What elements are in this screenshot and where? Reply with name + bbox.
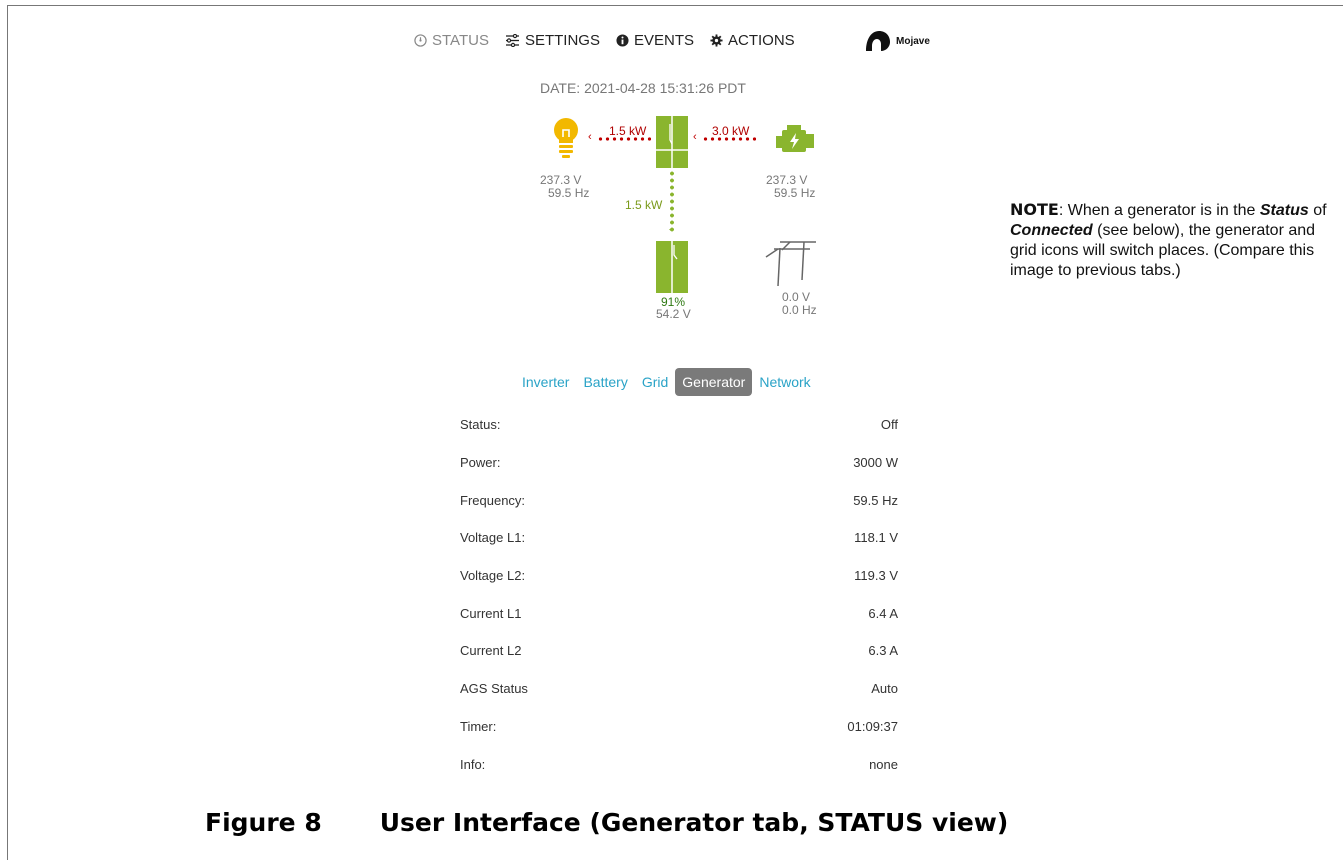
side-note: NOTE: When a generator is in the Status … (1010, 200, 1330, 281)
tab-grid[interactable]: Grid (635, 368, 675, 396)
generator-flow-arrow-icon: ‹ (693, 131, 761, 143)
tab-network[interactable]: Network (752, 368, 817, 396)
table-row: Frequency: 59.5 Hz (460, 481, 898, 519)
battery-voltage: 54.2 V (656, 307, 691, 321)
mojave-logo-icon (866, 31, 890, 51)
lightbulb-icon (554, 118, 578, 158)
battery-power: 1.5 kW (625, 198, 663, 212)
row-value: 3000 W (853, 455, 898, 471)
battery-icon (656, 241, 688, 293)
generator-frequency: 59.5 Hz (774, 186, 816, 200)
status-tabs: Inverter Battery Grid Generator Network (515, 368, 818, 396)
load-voltage: 237.3 V (540, 173, 582, 187)
brand-logo[interactable]: Mojave (864, 30, 930, 52)
load-flow-arrow-icon: ‹ (588, 131, 656, 143)
row-value: 6.3 A (868, 643, 898, 659)
nav-actions-label: ACTIONS (727, 32, 795, 49)
generator-voltage: 237.3 V (766, 173, 808, 187)
info-circle-icon (616, 34, 629, 47)
row-value: 59.5 Hz (853, 492, 898, 508)
brand-name: Mojave (896, 35, 930, 47)
note-connected: Connected (1010, 222, 1093, 239)
gear-icon (710, 34, 723, 47)
note-heading: NOTE (1010, 200, 1059, 219)
gauge-icon (414, 34, 427, 47)
row-value: 119.3 V (854, 568, 898, 584)
tab-generator[interactable]: Generator (675, 368, 753, 396)
nav-status[interactable]: STATUS (414, 32, 489, 49)
row-value: Off (880, 417, 898, 433)
row-label: Status: (460, 417, 501, 433)
row-label: Voltage L2: (460, 568, 526, 584)
row-label: Info: (460, 756, 486, 772)
status-date: DATE: 2021-04-28 15:31:26 PDT (540, 80, 746, 96)
table-row: Current L1 6.4 A (460, 594, 898, 632)
row-value: 01:09:37 (847, 718, 898, 734)
figure-caption: Figure 8 User Interface (Generator tab, … (205, 808, 1008, 837)
nav-events-label: EVENTS (633, 32, 694, 49)
table-row: Status: Off (460, 406, 898, 444)
nav-events[interactable]: EVENTS (616, 32, 694, 49)
tab-inverter[interactable]: Inverter (515, 368, 576, 396)
table-row: Timer: 01:09:37 (460, 708, 898, 746)
table-row: AGS Status Auto (460, 670, 898, 708)
note-text-2: of (1308, 202, 1327, 219)
generator-engine-icon (776, 125, 814, 152)
battery-flow-arrow-icon: ˇ (669, 170, 678, 240)
nav-settings[interactable]: SETTINGS (505, 32, 600, 49)
grid-pole-icon (765, 241, 816, 286)
nav-settings-label: SETTINGS (524, 32, 600, 49)
row-value: Auto (871, 681, 898, 697)
inverter-icon (656, 116, 688, 168)
sliders-icon (505, 34, 519, 47)
row-value: 6.4 A (868, 605, 898, 621)
nav-status-label: STATUS (432, 32, 489, 49)
grid-voltage: 0.0 V (782, 290, 811, 304)
top-nav: STATUS SETTINGS EVENTS ACTIONS (414, 32, 811, 49)
load-frequency: 59.5 Hz (548, 186, 590, 200)
row-label: Current L1 (460, 605, 522, 621)
load-power: 1.5 kW (609, 124, 647, 138)
tab-battery[interactable]: Battery (576, 368, 634, 396)
generator-status-table: Status: Off Power: 3000 W Frequency: 59.5 H… (460, 406, 898, 783)
row-label: Frequency: (460, 492, 526, 508)
table-row: Power: 3000 W (460, 444, 898, 482)
table-row: Info: none (460, 745, 898, 783)
nav-actions[interactable]: ACTIONS (710, 32, 795, 49)
table-row: Current L2 6.3 A (460, 632, 898, 670)
table-row: Voltage L2: 119.3 V (460, 557, 898, 595)
row-value: 118.1 V (854, 530, 898, 546)
generator-power: 3.0 kW (712, 124, 750, 138)
caption-title: User Interface (Generator tab, STATUS vi… (379, 808, 1009, 837)
row-label: Power: (460, 455, 501, 471)
row-label: Timer: (460, 718, 497, 734)
row-value: none (869, 756, 898, 772)
caption-number: Figure 8 (205, 808, 322, 837)
table-row: Voltage L1: 118.1 V (460, 519, 898, 557)
grid-frequency: 0.0 Hz (782, 303, 817, 317)
note-status: Status (1259, 202, 1309, 219)
row-label: Voltage L1: (460, 530, 526, 546)
note-text-1: : When a generator is in the (1058, 202, 1260, 219)
row-label: AGS Status (460, 681, 528, 697)
row-label: Current L2 (460, 643, 522, 659)
